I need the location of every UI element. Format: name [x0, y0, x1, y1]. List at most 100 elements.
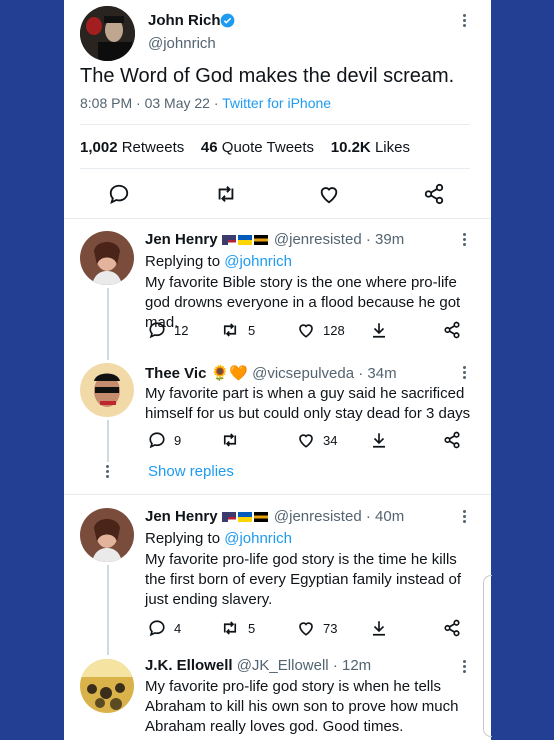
us-flag-icon: [221, 235, 236, 245]
like-button[interactable]: 34: [297, 431, 337, 449]
like-count: 34: [323, 432, 338, 448]
download-icon[interactable]: [370, 321, 388, 339]
reply-text: My favorite pro-life god story is the ti…: [145, 551, 461, 608]
pride-flag-icon: [253, 235, 268, 245]
retweet-icon: [223, 433, 237, 447]
ukraine-flag-icon: [237, 512, 252, 522]
like-icon: [299, 622, 313, 636]
verified-badge-icon: [220, 13, 235, 28]
reply-text: My favorite pro-life god story is when h…: [145, 678, 459, 735]
divider: [80, 124, 470, 125]
retweet-count: 5: [248, 322, 256, 338]
like-count: 128: [323, 322, 345, 338]
tweet-source-link[interactable]: Twitter for iPhone: [222, 95, 331, 111]
divider: [64, 218, 491, 219]
replying-to-link[interactable]: @johnrich: [224, 530, 292, 547]
share-icon[interactable]: [443, 431, 461, 449]
retweet-count: 5: [248, 620, 256, 636]
avatar[interactable]: [80, 508, 134, 562]
reply-header: Jen Henry @jenresisted · 40m: [145, 508, 404, 525]
reply-time: · 40m: [365, 508, 405, 525]
avatar[interactable]: [80, 363, 134, 417]
replying-to: Replying to @johnrich: [145, 530, 292, 547]
ukraine-flag-icon: [237, 235, 252, 245]
replying-to-link[interactable]: @johnrich: [224, 253, 292, 270]
reply-count: 12: [174, 322, 189, 338]
reply-icon: [149, 620, 165, 637]
more-options-icon[interactable]: [463, 660, 467, 675]
divider: [64, 494, 491, 495]
reply-icon: [149, 322, 165, 339]
download-icon[interactable]: [370, 619, 388, 637]
tweet-meta: 8:08 PM · 03 May 22 · Twitter for iPhone: [80, 95, 331, 111]
reply-button[interactable]: 9: [148, 431, 181, 449]
retweet-icon: [223, 323, 237, 337]
reply-header: Jen Henry @jenresisted · 39m: [145, 231, 404, 248]
flag-icons: [221, 231, 274, 248]
tweet-card: John Rich @johnrich The Word of God make…: [64, 0, 491, 740]
reply-button[interactable]: 4: [148, 619, 181, 637]
retweet-icon: [223, 621, 237, 635]
avatar-image: [80, 6, 135, 61]
author-handle[interactable]: @JK_Ellowell: [237, 657, 329, 674]
avatar[interactable]: [80, 659, 134, 713]
like-icon: [299, 324, 313, 338]
reply-time: · 12m: [332, 657, 372, 674]
share-icon[interactable]: [443, 619, 461, 637]
replying-to: Replying to @johnrich: [145, 253, 292, 270]
author-name[interactable]: Jen Henry: [145, 508, 218, 525]
reply-icon: [149, 432, 165, 449]
author-name[interactable]: Thee Vic: [145, 365, 206, 382]
author-handle[interactable]: @johnrich: [148, 35, 216, 52]
like-button[interactable]: 128: [297, 321, 345, 339]
retweet-count-link[interactable]: 1,002 Retweets: [80, 139, 184, 156]
avatar[interactable]: [80, 231, 134, 285]
author-handle[interactable]: @jenresisted: [274, 231, 362, 248]
divider: [80, 168, 470, 169]
retweet-button[interactable]: [220, 431, 240, 449]
download-icon[interactable]: [370, 431, 388, 449]
thread-line: [107, 565, 109, 655]
like-icon: [299, 434, 313, 448]
reply-icon[interactable]: [108, 183, 130, 205]
like-button[interactable]: 73: [297, 619, 337, 637]
like-icon[interactable]: [318, 183, 340, 205]
like-count-link[interactable]: 10.2K Likes: [331, 139, 410, 156]
us-flag-icon: [221, 512, 236, 522]
thread-dots-icon: [106, 465, 110, 480]
quote-count-link[interactable]: 46 Quote Tweets: [201, 139, 314, 156]
reply-time: · 39m: [365, 231, 405, 248]
flag-icons: [221, 508, 274, 525]
more-options-icon[interactable]: [463, 14, 467, 29]
retweet-icon[interactable]: [214, 183, 238, 205]
pride-flag-icon: [253, 512, 268, 522]
retweet-button[interactable]: 5: [220, 321, 255, 339]
author-handle[interactable]: @jenresisted: [274, 508, 362, 525]
author-handle[interactable]: @vicsepulveda: [252, 365, 354, 382]
reply-header: J.K. Ellowell @JK_Ellowell · 12m: [145, 657, 371, 674]
reply-button[interactable]: 12: [148, 321, 188, 339]
more-options-icon[interactable]: [463, 510, 467, 525]
more-options-icon[interactable]: [463, 233, 467, 248]
author-name[interactable]: John Rich: [148, 12, 221, 29]
reply-count: 4: [174, 620, 182, 636]
tweet-stats: 1,002 Retweets 46 Quote Tweets 10.2K Lik…: [80, 139, 410, 156]
more-options-icon[interactable]: [463, 366, 467, 381]
reply-count: 9: [174, 432, 182, 448]
scrollbar[interactable]: [483, 575, 492, 737]
avatar-image: [80, 231, 134, 285]
tweet-text: The Word of God makes the devil scream.: [80, 65, 455, 87]
share-icon[interactable]: [423, 183, 445, 205]
author-name[interactable]: J.K. Ellowell: [145, 657, 233, 674]
avatar[interactable]: [80, 6, 135, 61]
thread-line: [107, 288, 109, 360]
retweet-button[interactable]: 5: [220, 619, 255, 637]
tweet-timestamp: 8:08 PM · 03 May 22 ·: [80, 95, 223, 111]
like-count: 73: [323, 620, 338, 636]
author-name[interactable]: Jen Henry: [145, 231, 218, 248]
avatar-image: [80, 363, 134, 417]
thread-line: [107, 420, 109, 462]
show-replies-link[interactable]: Show replies: [148, 463, 234, 480]
avatar-image: [80, 659, 134, 713]
share-icon[interactable]: [443, 321, 461, 339]
